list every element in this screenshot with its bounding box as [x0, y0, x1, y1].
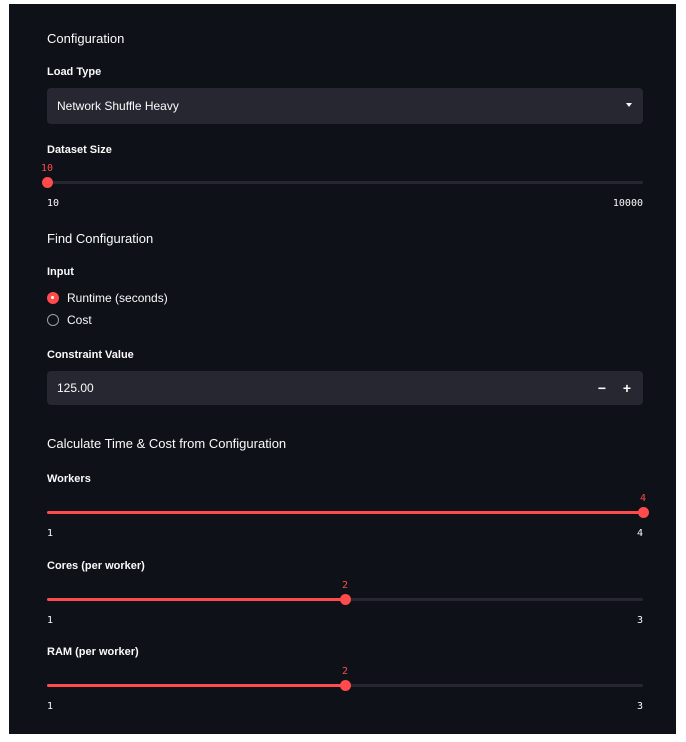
ram-max: 3 — [636, 701, 643, 712]
radio-runtime-label: Runtime (seconds) — [67, 291, 168, 305]
decrement-button[interactable]: − — [593, 379, 611, 397]
find-configuration-heading: Find Configuration — [47, 231, 154, 246]
radio-runtime[interactable]: Runtime (seconds) — [47, 289, 168, 307]
slider-track — [47, 181, 643, 184]
workers-max: 4 — [636, 528, 643, 539]
ram-slider[interactable]: 2 — [47, 666, 643, 700]
ram-label: RAM (per worker) — [47, 646, 139, 658]
cores-slider[interactable]: 2 — [47, 580, 643, 614]
increment-button[interactable]: + — [618, 379, 636, 397]
slider-current-value: 4 — [639, 493, 647, 504]
constraint-value-label: Constraint Value — [47, 349, 134, 361]
slider-current-value: 2 — [341, 580, 349, 591]
radio-unselected-icon — [47, 314, 59, 326]
cores-min: 1 — [47, 615, 54, 626]
constraint-value: 125.00 — [57, 381, 94, 395]
configuration-heading: Configuration — [47, 31, 125, 46]
slider-fill — [47, 684, 345, 687]
slider-thumb[interactable] — [339, 680, 351, 691]
radio-cost-label: Cost — [67, 313, 92, 327]
slider-thumb[interactable] — [637, 507, 649, 518]
ram-min: 1 — [47, 701, 54, 712]
load-type-select[interactable]: Network Shuffle Heavy — [47, 88, 643, 124]
dataset-size-slider[interactable]: 10 — [41, 163, 643, 197]
cores-max: 3 — [636, 615, 643, 626]
workers-slider[interactable]: 4 — [47, 493, 649, 527]
dataset-size-min: 10 — [47, 198, 60, 209]
slider-current-value: 2 — [341, 666, 349, 677]
calculate-heading: Calculate Time & Cost from Configuration — [47, 436, 287, 451]
chevron-down-icon — [626, 103, 632, 107]
dataset-size-label: Dataset Size — [47, 144, 112, 156]
slider-fill — [47, 598, 345, 601]
settings-panel: Configuration Load Type Network Shuffle … — [9, 4, 676, 734]
radio-selected-icon — [47, 292, 59, 304]
cores-label: Cores (per worker) — [47, 560, 145, 572]
slider-current-value: 10 — [40, 163, 54, 174]
dataset-size-max: 10000 — [612, 198, 643, 209]
load-type-value: Network Shuffle Heavy — [57, 99, 179, 113]
radio-cost[interactable]: Cost — [47, 311, 92, 329]
constraint-value-input[interactable]: 125.00 − + — [47, 371, 643, 405]
load-type-label: Load Type — [47, 66, 102, 78]
workers-min: 1 — [47, 528, 54, 539]
slider-thumb[interactable] — [41, 177, 53, 188]
input-label: Input — [47, 266, 74, 278]
slider-thumb[interactable] — [339, 594, 351, 605]
slider-fill — [47, 511, 643, 514]
workers-label: Workers — [47, 473, 91, 485]
